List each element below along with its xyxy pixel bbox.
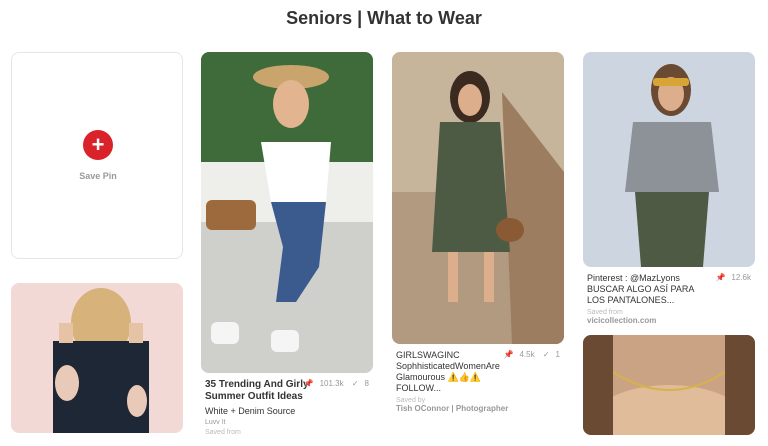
pin-stats: 📌 4.5k ✓ 1 [498,350,560,359]
pin-description[interactable]: GIRLSWAGINC SophhisticatedWomenAre Glamo… [396,350,506,394]
pin-icon: 📌 [303,379,314,388]
saved-from-label: Saved from [587,309,623,316]
pin-column-4: 📌 12.6k Pinterest : @MazLyons BUSCAR ALGO… [583,52,755,445]
repin-count: 12.6k [731,273,751,282]
pin-source[interactable]: Tish OConnor | Photographer [396,404,560,413]
pin-source[interactable]: vicicollection.com [587,316,751,325]
like-count: 8 [364,379,369,388]
board-title: Seniors | What to Wear [286,8,482,28]
pin-info: 📌 101.3k ✓ 8 35 Trending And Girly Summer … [201,373,373,436]
pin-column-1: + Save Pin [11,52,183,443]
pin-image[interactable] [392,52,564,344]
pin-info: 📌 4.5k ✓ 1 GIRLSWAGINC SophhisticatedWomen… [392,344,564,413]
pin-icon: 📌 [715,273,726,282]
check-icon: ✓ [351,379,359,388]
pin-source[interactable]: Luvv It [205,419,369,426]
check-icon: ✓ [542,350,550,359]
save-pin-label: Save Pin [79,171,117,181]
pin-info: 📌 12.6k Pinterest : @MazLyons BUSCAR ALGO… [583,267,755,325]
pin-image[interactable] [583,335,755,435]
repin-count: 4.5k [519,350,535,359]
pin-column-2: 📌 101.3k ✓ 8 35 Trending And Girly Summer … [201,52,373,446]
pin-strapless-romper[interactable] [11,283,183,433]
save-pin-card[interactable]: + Save Pin [11,52,183,259]
pin-grey-top[interactable]: 📌 12.6k Pinterest : @MazLyons BUSCAR ALGO… [583,52,755,325]
saved-from-label: Saved from [205,429,241,436]
pin-image[interactable] [201,52,373,373]
pin-stats: 📌 12.6k [709,273,751,282]
repin-count: 101.3k [319,379,344,388]
pin-icon: 📌 [503,350,514,359]
pin-column-3: 📌 4.5k ✓ 1 GIRLSWAGINC SophhisticatedWomen… [392,52,564,423]
pin-subtitle: White + Denim Source [205,406,296,416]
pin-description[interactable]: Pinterest : @MazLyons BUSCAR ALGO ASÍ PA… [587,273,697,306]
pin-summer-outfit[interactable]: 📌 101.3k ✓ 8 35 Trending And Girly Summer … [201,52,373,436]
pin-green-dress[interactable]: 📌 4.5k ✓ 1 GIRLSWAGINC SophhisticatedWomen… [392,52,564,413]
like-count: 1 [555,350,560,359]
pin-image[interactable] [11,283,183,433]
add-pin-button[interactable]: + [83,130,113,160]
saved-by-label: Saved by [396,397,426,404]
pin-image[interactable] [583,52,755,267]
pin-stats: 📌 101.3k ✓ 8 [298,379,369,388]
pin-necklace[interactable] [583,335,755,435]
